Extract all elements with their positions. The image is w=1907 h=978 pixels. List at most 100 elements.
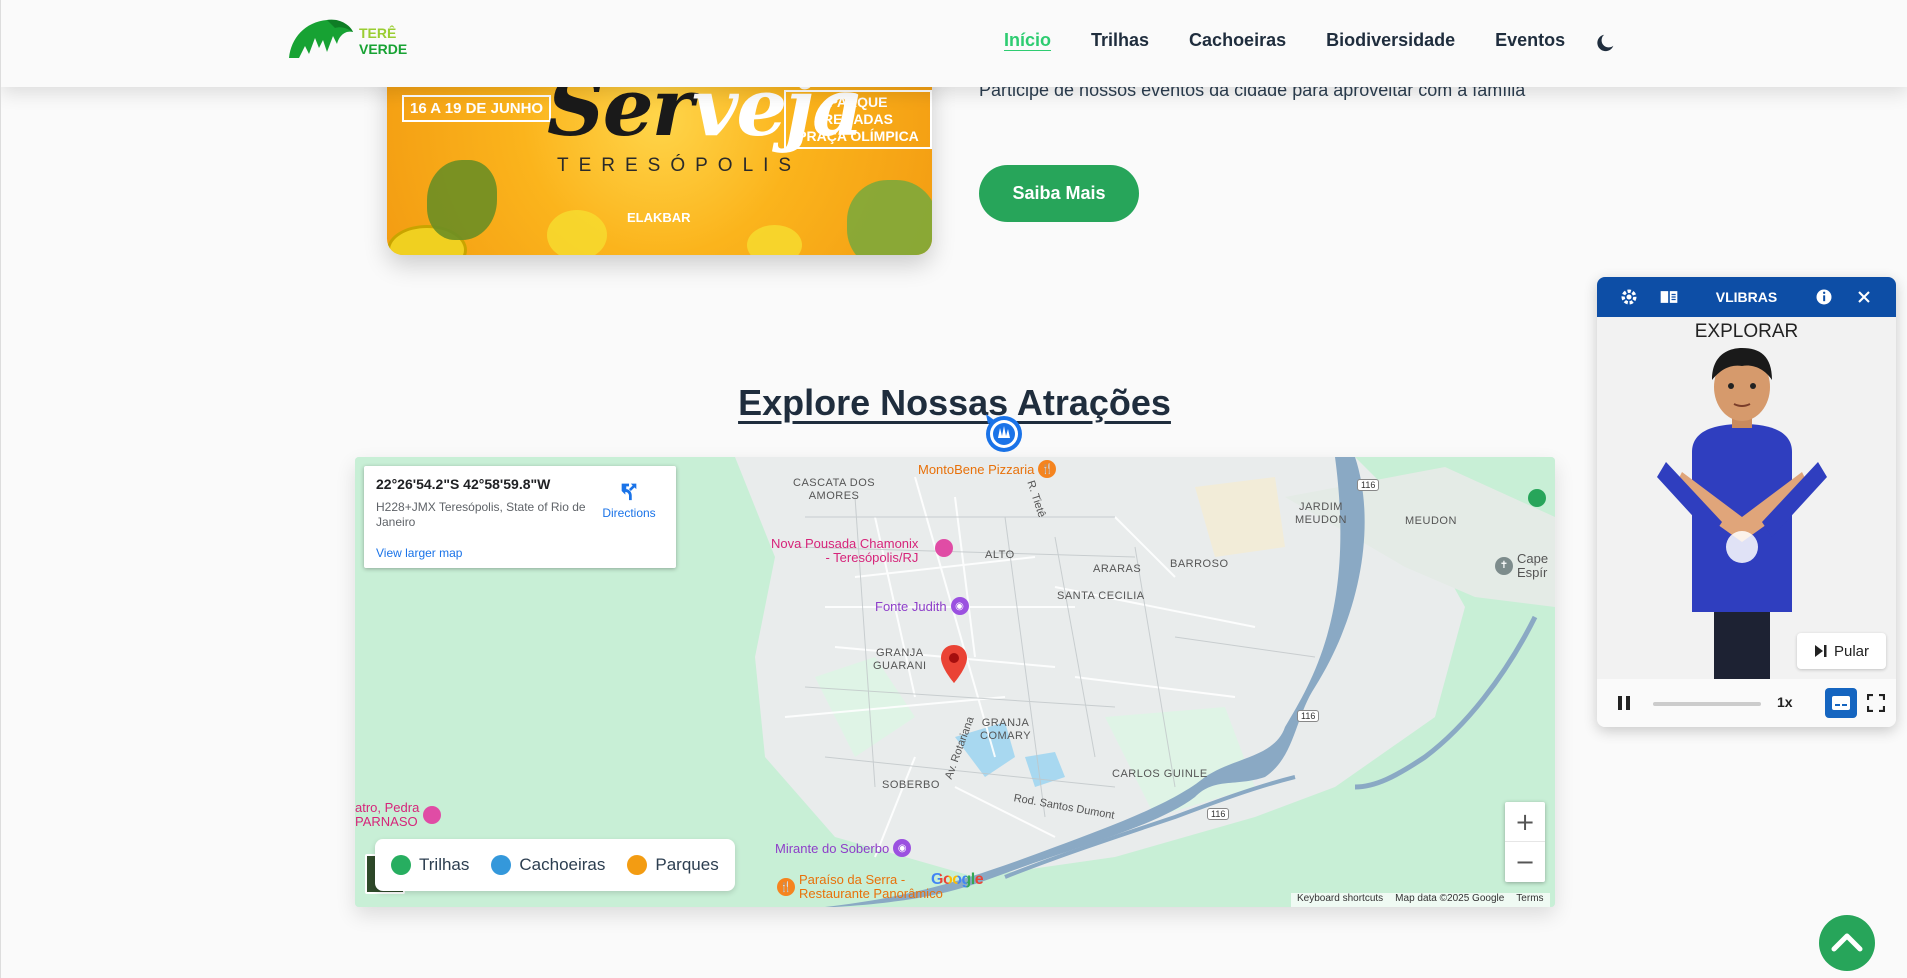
map-info-card: 22°26'54.2"S 42°58'59.8"W H228+JMX Teres… (364, 466, 676, 568)
camera-icon: ◉ (950, 597, 969, 615)
camera-icon: ◉ (893, 839, 912, 857)
poi-label: atro, Pedra (355, 800, 420, 815)
chevron-up-icon (1831, 933, 1863, 952)
map-marker-icon[interactable] (941, 645, 967, 683)
vlibras-header: VLIBRAS (1597, 277, 1896, 317)
poi-mirante[interactable]: Mirante do Soberbo ◉ (775, 839, 912, 857)
nav-item-trilhas[interactable]: Trilhas (1091, 30, 1149, 51)
subtitles-icon (1832, 696, 1850, 710)
vlibras-title: VLIBRAS (1715, 289, 1778, 305)
map-legend: Trilhas Cachoeiras Parques (375, 839, 735, 891)
poi-label: Paraíso da Serra - (799, 872, 906, 887)
poi-paraiso[interactable]: 🍴 Paraíso da Serra - Restaurante Panorâm… (777, 873, 943, 901)
neighborhood-label: MEUDON (1405, 515, 1457, 527)
poi-label: PARNASO (355, 814, 418, 829)
pause-icon[interactable] (1617, 695, 1631, 711)
vlibras-current-word: EXPLORAR (1694, 321, 1799, 342)
google-map[interactable]: 22°26'54.2"S 42°58'59.8"W H228+JMX Teres… (355, 457, 1555, 907)
vlibras-skip-button[interactable]: Pular (1797, 633, 1886, 669)
nav-item-inicio[interactable]: Início (1004, 30, 1051, 51)
nav-item-eventos[interactable]: Eventos (1495, 30, 1565, 51)
logo-line-1: TERÊ (359, 25, 397, 41)
highway-shield: 116 (1207, 808, 1230, 820)
map-data-text: Map data ©2025 Google (1395, 893, 1505, 904)
legend-label: Cachoeiras (519, 855, 606, 874)
fullscreen-icon[interactable] (1867, 694, 1885, 712)
gear-icon[interactable] (1619, 287, 1639, 307)
site-header: TERÊ VERDE Início Trilhas Cachoeiras Bio… (1, 0, 1907, 87)
neighborhood-label: CARLOS GUINLE (1112, 768, 1208, 780)
mountain-logo-icon (289, 19, 353, 58)
poi-label: Cape (1517, 551, 1549, 566)
vlibras-widget: VLIBRAS EXPLORAR Pular 1x (1597, 277, 1896, 727)
hotel-icon (935, 539, 953, 557)
banner-date: 16 A 19 DE JUNHO (402, 95, 552, 122)
saiba-mais-button[interactable]: Saiba Mais (979, 165, 1139, 222)
vlibras-speed[interactable]: 1x (1777, 694, 1793, 710)
page: 16 A 19 DE JUNHO PARQUE REGADAS PRAÇA OL… (0, 0, 1907, 978)
main-nav: Início Trilhas Cachoeiras Biodiversidade… (1004, 30, 1565, 51)
neighborhood-label: JARDIM MEUDON (1295, 501, 1347, 526)
view-larger-map-link[interactable]: View larger map (376, 546, 462, 560)
close-icon[interactable] (1854, 287, 1874, 307)
event-banner-image[interactable]: 16 A 19 DE JUNHO PARQUE REGADAS PRAÇA OL… (387, 60, 932, 255)
directions-button[interactable]: Directions (594, 480, 664, 520)
banner-city: TERESÓPOLIS (557, 155, 802, 176)
neighborhood-label: GRANJA COMARY (980, 717, 1032, 742)
section-title-text: Explore Nossas Atrações (738, 382, 1171, 423)
moon-icon[interactable] (1595, 32, 1617, 54)
logo-line-2: VERDE (359, 41, 408, 57)
hotel-icon (423, 806, 442, 824)
neighborhood-label: CASCATA DOS AMORES (793, 477, 876, 502)
map-coordinates: 22°26'54.2"S 42°58'59.8"W (376, 476, 551, 492)
poi-teatro[interactable]: atro, Pedra PARNASO (355, 801, 442, 829)
keyboard-shortcuts-link[interactable]: Keyboard shortcuts (1297, 893, 1383, 907)
banner-decoration (847, 180, 932, 255)
legend-swatch (391, 855, 411, 875)
vlibras-access-icon[interactable] (978, 410, 1026, 458)
map-address: H228+JMX Teresópolis, State of Rio de Ja… (376, 500, 586, 529)
nav-item-biodiversidade[interactable]: Biodiversidade (1326, 30, 1455, 51)
poi-pizzaria[interactable]: MontoBene Pizzaria 🍴 (918, 460, 1057, 478)
legend-swatch (627, 855, 648, 875)
neighborhood-label: ALTO (985, 549, 1015, 561)
poi-label: Nova Pousada Chamonix (771, 536, 919, 551)
neighborhood-label: GRANJA GUARANI (873, 647, 927, 672)
poi-fonte-judith[interactable]: Fonte Judith ◉ (875, 597, 969, 615)
poi-label: Restaurante Panorâmico (799, 886, 943, 901)
google-logo: Google (931, 871, 984, 889)
banner-decoration (547, 210, 607, 255)
poi-label-group: Cape Espír (1517, 552, 1548, 580)
poi-label: Mirante do Soberbo (775, 840, 890, 856)
info-icon[interactable] (1814, 287, 1834, 307)
poi-cape[interactable]: ✝ Cape Espír (1495, 552, 1548, 580)
google-logo-text: Google (931, 871, 984, 888)
restaurant-icon: 🍴 (777, 878, 795, 896)
neighborhood-label: ARARAS (1093, 563, 1142, 575)
place-icon: ✝ (1495, 557, 1513, 575)
back-to-top-button[interactable] (1819, 915, 1875, 971)
subtitles-toggle[interactable] (1825, 688, 1857, 718)
poi-label-group: atro, Pedra PARNASO (355, 801, 419, 829)
highway-shield: 116 (1297, 710, 1320, 722)
poi-pousada[interactable]: Nova Pousada Chamonix - Teresópolis/RJ (771, 537, 918, 565)
zoom-in-button[interactable]: + (1505, 802, 1545, 842)
vlibras-controls: 1x (1597, 679, 1896, 727)
logo-text: TERÊ VERDE (359, 25, 407, 57)
vlibras-progress-bar[interactable] (1653, 702, 1761, 706)
nav-item-cachoeiras[interactable]: Cachoeiras (1189, 30, 1286, 51)
highway-shield: 116 (1357, 479, 1380, 491)
restaurant-icon: 🍴 (1038, 460, 1057, 478)
map-zoom-controls: + − (1505, 802, 1545, 882)
poi-label: MontoBene Pizzaria (918, 461, 1035, 477)
vlibras-skip-label: Pular (1833, 642, 1870, 660)
banner-decoration (427, 160, 497, 240)
legend-label: Trilhas (419, 855, 470, 874)
legend-swatch (491, 855, 512, 875)
terms-link[interactable]: Terms (1516, 893, 1543, 907)
zoom-out-button[interactable]: − (1505, 842, 1545, 882)
dictionary-icon[interactable] (1659, 287, 1679, 307)
site-logo[interactable]: TERÊ VERDE (287, 18, 407, 64)
vlibras-avatar (1657, 348, 1827, 682)
map-attribution: Keyboard shortcuts Map data ©2025 Google… (1291, 893, 1550, 907)
